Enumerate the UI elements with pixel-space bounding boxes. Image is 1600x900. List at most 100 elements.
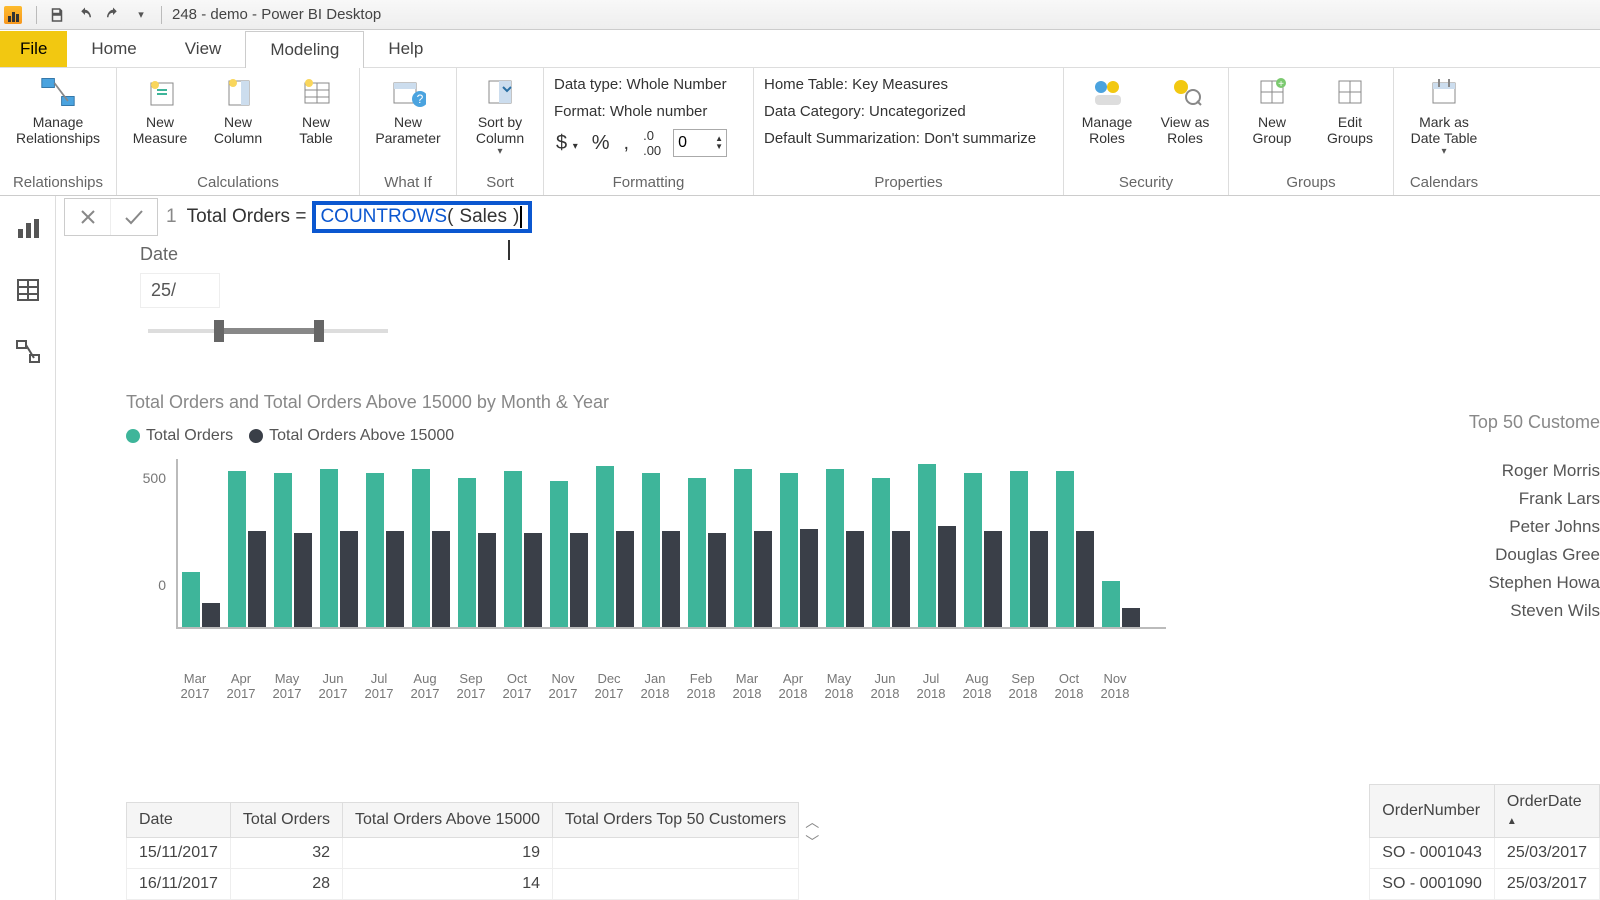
bar-above-15000[interactable] xyxy=(938,526,956,627)
thousands-button[interactable]: , xyxy=(622,132,632,155)
bar-total-orders[interactable] xyxy=(412,469,430,627)
redo-button[interactable] xyxy=(100,2,126,28)
bar-total-orders[interactable] xyxy=(780,473,798,627)
data-type-dropdown[interactable]: Data type: Whole Number xyxy=(552,72,745,97)
table-row[interactable]: SO - 0001043 25/03/2017 xyxy=(1370,838,1600,869)
bar-group[interactable] xyxy=(596,466,634,627)
bar-above-15000[interactable] xyxy=(846,531,864,627)
bar-above-15000[interactable] xyxy=(340,531,358,627)
spin-down[interactable]: ▼ xyxy=(715,143,723,151)
bar-total-orders[interactable] xyxy=(596,466,614,627)
bar-group[interactable] xyxy=(964,473,1002,627)
bar-group[interactable] xyxy=(918,464,956,627)
bar-group[interactable] xyxy=(1056,471,1094,627)
bar-group[interactable] xyxy=(642,473,680,627)
tab-home[interactable]: Home xyxy=(67,31,160,67)
bar-group[interactable] xyxy=(550,481,588,627)
bar-total-orders[interactable] xyxy=(274,473,292,627)
bar-above-15000[interactable] xyxy=(432,531,450,627)
formula-input[interactable]: 1 Total Orders = COUNTROWS( Sales ) xyxy=(166,201,532,233)
slicer-value[interactable]: 25/ xyxy=(140,273,220,308)
bar-total-orders[interactable] xyxy=(366,473,384,627)
tab-view[interactable]: View xyxy=(161,31,246,67)
sort-by-column-button[interactable]: Sort by Column ▾ xyxy=(465,72,535,157)
date-slicer[interactable]: Date 25/ xyxy=(140,244,1600,336)
new-column-button[interactable]: New Column xyxy=(203,72,273,146)
orders-table[interactable]: Date Total Orders Total Orders Above 150… xyxy=(126,802,799,900)
range-handle-start[interactable] xyxy=(214,320,224,342)
new-group-button[interactable]: + New Group xyxy=(1237,72,1307,146)
bar-group[interactable] xyxy=(182,572,220,627)
bar-above-15000[interactable] xyxy=(570,533,588,627)
qat-customize-button[interactable]: ▾ xyxy=(128,2,154,28)
col-date[interactable]: Date xyxy=(127,803,231,838)
new-table-button[interactable]: New Table xyxy=(281,72,351,146)
view-as-roles-button[interactable]: View as Roles xyxy=(1150,72,1220,146)
bar-group[interactable] xyxy=(1010,471,1048,627)
bar-total-orders[interactable] xyxy=(320,469,338,627)
col-order-number[interactable]: OrderNumber xyxy=(1370,785,1495,838)
bar-above-15000[interactable] xyxy=(248,531,266,627)
col-above-15000[interactable]: Total Orders Above 15000 xyxy=(343,803,553,838)
data-category-dropdown[interactable]: Data Category: Uncategorized xyxy=(762,99,1055,124)
tab-file[interactable]: File xyxy=(0,31,67,67)
bar-total-orders[interactable] xyxy=(504,471,522,627)
bar-total-orders[interactable] xyxy=(872,478,890,627)
save-button[interactable] xyxy=(44,2,70,28)
bar-total-orders[interactable] xyxy=(1056,471,1074,627)
bar-group[interactable] xyxy=(274,473,312,627)
bar-above-15000[interactable] xyxy=(1122,608,1140,627)
list-item[interactable]: Stephen Howa xyxy=(1440,569,1600,597)
tab-help[interactable]: Help xyxy=(364,31,447,67)
bar-above-15000[interactable] xyxy=(708,533,726,627)
manage-relationships-button[interactable]: Manage Relationships xyxy=(8,72,108,146)
undo-button[interactable] xyxy=(72,2,98,28)
list-item[interactable]: Douglas Gree xyxy=(1440,541,1600,569)
bar-group[interactable] xyxy=(780,473,818,627)
bar-group[interactable] xyxy=(366,473,404,627)
bar-above-15000[interactable] xyxy=(524,533,542,627)
report-view-button[interactable] xyxy=(14,214,42,242)
home-table-dropdown[interactable]: Home Table: Key Measures xyxy=(762,72,1055,97)
bar-group[interactable] xyxy=(320,469,358,627)
bar-above-15000[interactable] xyxy=(616,531,634,627)
order-number-table[interactable]: OrderNumber OrderDate▲ SO - 0001043 25/0… xyxy=(1369,784,1600,900)
col-top50[interactable]: Total Orders Top 50 Customers xyxy=(553,803,799,838)
format-dropdown[interactable]: Format: Whole number xyxy=(552,99,745,124)
manage-roles-button[interactable]: Manage Roles xyxy=(1072,72,1142,146)
col-order-date[interactable]: OrderDate▲ xyxy=(1494,785,1599,838)
bar-total-orders[interactable] xyxy=(688,478,706,627)
table-row[interactable]: SO - 0001090 25/03/2017 xyxy=(1370,869,1600,900)
bar-above-15000[interactable] xyxy=(1076,531,1094,627)
currency-button[interactable]: $ ▾ xyxy=(554,132,580,155)
edit-groups-button[interactable]: Edit Groups xyxy=(1315,72,1385,146)
bar-group[interactable] xyxy=(872,478,910,627)
percent-button[interactable]: % xyxy=(590,132,612,155)
scroll-indicator-icon[interactable]: ︿﹀ xyxy=(805,812,819,852)
bar-above-15000[interactable] xyxy=(294,533,312,627)
bar-group[interactable] xyxy=(412,469,450,627)
bar-above-15000[interactable] xyxy=(892,531,910,627)
bar-total-orders[interactable] xyxy=(734,469,752,627)
table-row[interactable]: 16/11/2017 28 14 xyxy=(127,869,799,900)
bar-group[interactable] xyxy=(734,469,772,627)
bar-total-orders[interactable] xyxy=(182,572,200,627)
formula-commit-button[interactable] xyxy=(111,199,157,235)
bar-total-orders[interactable] xyxy=(550,481,568,627)
slicer-range[interactable] xyxy=(148,326,388,336)
bar-above-15000[interactable] xyxy=(386,531,404,627)
bar-total-orders[interactable] xyxy=(918,464,936,627)
list-item[interactable]: Steven Wils xyxy=(1440,597,1600,625)
formula-cancel-button[interactable] xyxy=(65,199,111,235)
top-customers-visual[interactable]: Top 50 Custome Roger MorrisFrank LarsPet… xyxy=(1440,412,1600,625)
decimal-places-input[interactable]: ▲▼ xyxy=(673,129,727,157)
bar-above-15000[interactable] xyxy=(202,603,220,627)
data-view-button[interactable] xyxy=(14,276,42,304)
bar-above-15000[interactable] xyxy=(984,531,1002,627)
bar-above-15000[interactable] xyxy=(1030,531,1048,627)
model-view-button[interactable] xyxy=(14,338,42,366)
table-row[interactable]: 15/11/2017 32 19 xyxy=(127,838,799,869)
bar-total-orders[interactable] xyxy=(642,473,660,627)
mark-date-table-button[interactable]: Mark as Date Table ▾ xyxy=(1402,72,1486,157)
col-total-orders[interactable]: Total Orders xyxy=(230,803,342,838)
